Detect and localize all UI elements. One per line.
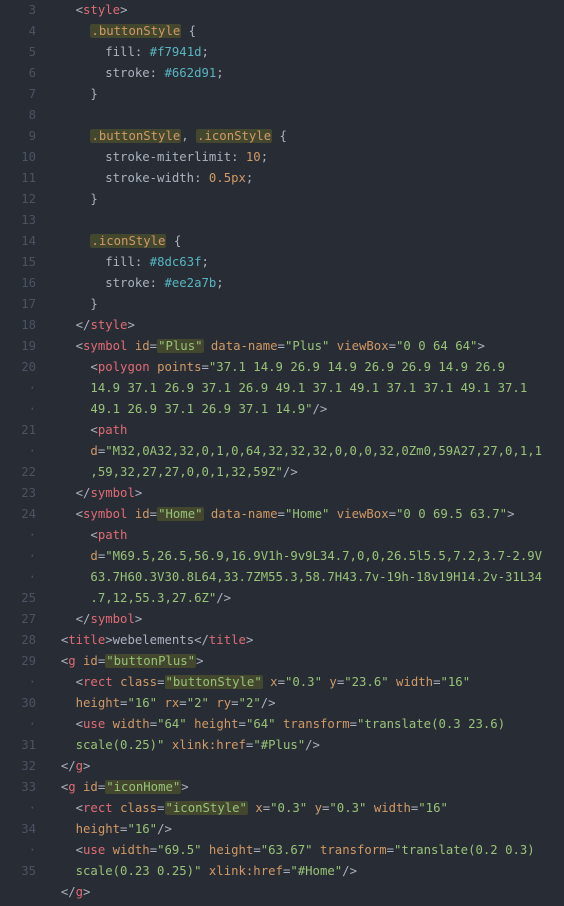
line-number-gutter: 34567891011121314151617181920··21·222324… — [0, 0, 46, 903]
code-line[interactable]: 63.7H60.3V30.8L64,33.7ZM55.3,58.7H43.7v-… — [46, 567, 564, 588]
code-line[interactable]: scale(0.23 0.25)" xlink:href="#Home"/> — [46, 861, 564, 882]
code-line[interactable]: d="M32,0A32,32,0,1,0,64,32,32,32,0,0,0,3… — [46, 441, 564, 462]
code-line[interactable]: stroke-width: 0.5px; — [46, 168, 564, 189]
code-line[interactable]: <symbol id="Plus" data-name="Plus" viewB… — [46, 336, 564, 357]
code-line[interactable] — [46, 210, 564, 231]
line-number: · — [0, 378, 36, 399]
line-number: · — [0, 567, 36, 588]
line-number: 18 — [0, 315, 36, 336]
code-line[interactable]: 49.1 26.9 37.1 26.9 37.1 14.9"/> — [46, 399, 564, 420]
line-number: 19 — [0, 336, 36, 357]
code-line[interactable]: <use width="69.5" height="63.67" transfo… — [46, 840, 564, 861]
code-line[interactable]: <style> — [46, 0, 564, 21]
line-number: 21 — [0, 420, 36, 441]
line-number: · — [0, 399, 36, 420]
code-line[interactable]: height="16"/> — [46, 819, 564, 840]
line-number: 4 — [0, 21, 36, 42]
line-number: · — [0, 840, 36, 861]
code-line[interactable]: <use width="64" height="64" transform="t… — [46, 714, 564, 735]
code-line[interactable]: <g id="iconHome"> — [46, 777, 564, 798]
line-number: 9 — [0, 126, 36, 147]
code-line[interactable] — [46, 105, 564, 126]
line-number: · — [0, 546, 36, 567]
line-number: 34 — [0, 819, 36, 840]
line-number: 3 — [0, 0, 36, 21]
line-number: 32 — [0, 756, 36, 777]
code-line[interactable]: <rect class="buttonStyle" x="0.3" y="23.… — [46, 672, 564, 693]
code-line[interactable]: <polygon points="37.1 14.9 26.9 14.9 26.… — [46, 357, 564, 378]
code-line[interactable]: <title>webelements</title> — [46, 630, 564, 651]
code-line[interactable]: <symbol id="Home" data-name="Home" viewB… — [46, 504, 564, 525]
code-line[interactable]: fill: #8dc63f; — [46, 252, 564, 273]
code-content[interactable]: <style> .buttonStyle { fill: #f7941d; st… — [46, 0, 564, 903]
code-line[interactable]: </symbol> — [46, 483, 564, 504]
code-line[interactable]: d="M69.5,26.5,56.9,16.9V1h-9v9L34.7,0,0,… — [46, 546, 564, 567]
line-number: 11 — [0, 168, 36, 189]
line-number: 28 — [0, 630, 36, 651]
line-number: 5 — [0, 42, 36, 63]
line-number: · — [0, 798, 36, 819]
line-number: 17 — [0, 294, 36, 315]
line-number: 20 — [0, 357, 36, 378]
code-line[interactable]: <rect class="iconStyle" x="0.3" y="0.3" … — [46, 798, 564, 819]
code-line[interactable]: stroke: #ee2a7b; — [46, 273, 564, 294]
line-number: · — [0, 714, 36, 735]
line-number: · — [0, 672, 36, 693]
line-number: 10 — [0, 147, 36, 168]
line-number: 24 — [0, 504, 36, 525]
line-number: 7 — [0, 84, 36, 105]
code-editor: 34567891011121314151617181920··21·222324… — [0, 0, 564, 903]
line-number: 31 — [0, 735, 36, 756]
line-number: 14 — [0, 231, 36, 252]
line-number: 23 — [0, 483, 36, 504]
code-line[interactable]: stroke-miterlimit: 10; — [46, 147, 564, 168]
line-number: 16 — [0, 273, 36, 294]
line-number: · — [0, 525, 36, 546]
line-number: 13 — [0, 210, 36, 231]
code-line[interactable]: .7,12,55.3,27.6Z"/> — [46, 588, 564, 609]
code-line[interactable]: stroke: #662d91; — [46, 63, 564, 84]
line-number: 25 — [0, 588, 36, 609]
line-number: 6 — [0, 63, 36, 84]
code-line[interactable]: .buttonStyle { — [46, 21, 564, 42]
line-number: 8 — [0, 105, 36, 126]
line-number: 15 — [0, 252, 36, 273]
code-line[interactable]: } — [46, 189, 564, 210]
line-number: 35 — [0, 861, 36, 882]
line-number: 22 — [0, 462, 36, 483]
code-line[interactable]: fill: #f7941d; — [46, 42, 564, 63]
line-number: 29 — [0, 651, 36, 672]
line-number: 27 — [0, 609, 36, 630]
code-line[interactable]: </symbol> — [46, 609, 564, 630]
code-line[interactable]: </g> — [46, 756, 564, 777]
code-line[interactable]: .iconStyle { — [46, 231, 564, 252]
code-line[interactable]: .buttonStyle, .iconStyle { — [46, 126, 564, 147]
code-line[interactable]: </g> — [46, 882, 564, 903]
code-line[interactable]: } — [46, 294, 564, 315]
code-line[interactable]: ,59,32,27,27,0,0,1,32,59Z"/> — [46, 462, 564, 483]
code-line[interactable]: <path — [46, 525, 564, 546]
line-number: 30 — [0, 693, 36, 714]
code-line[interactable]: <path — [46, 420, 564, 441]
code-line[interactable]: height="16" rx="2" ry="2"/> — [46, 693, 564, 714]
line-number: · — [0, 441, 36, 462]
line-number: 12 — [0, 189, 36, 210]
code-line[interactable]: </style> — [46, 315, 564, 336]
code-line[interactable]: 14.9 37.1 26.9 37.1 26.9 49.1 37.1 49.1 … — [46, 378, 564, 399]
code-line[interactable]: } — [46, 84, 564, 105]
code-line[interactable]: <g id="buttonPlus"> — [46, 651, 564, 672]
line-number: 33 — [0, 777, 36, 798]
code-line[interactable]: scale(0.25)" xlink:href="#Plus"/> — [46, 735, 564, 756]
